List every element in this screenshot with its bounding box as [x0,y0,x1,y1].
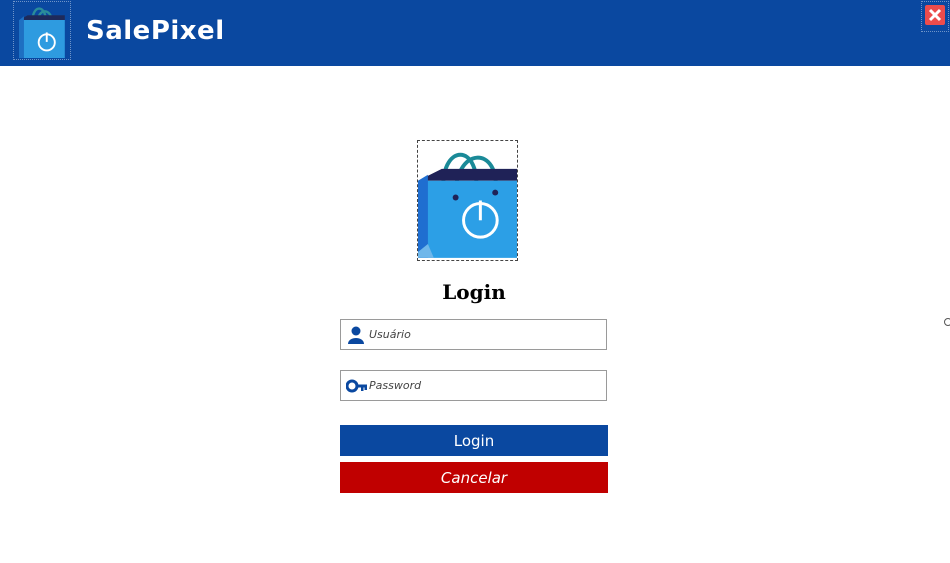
title-bar: SalePixel [0,0,950,66]
close-button[interactable] [921,1,949,32]
username-input[interactable] [369,322,599,346]
username-field[interactable] [340,319,607,350]
close-icon[interactable] [925,5,945,25]
window-edge-handle [944,318,950,326]
password-input[interactable] [369,373,599,397]
cancel-button[interactable]: Cancelar [340,462,608,493]
user-icon [346,326,366,344]
password-field[interactable] [340,370,607,401]
app-logo-icon [13,1,71,60]
login-button[interactable]: Login [340,425,608,456]
login-logo-icon [417,140,518,261]
app-title: SalePixel [86,16,225,46]
key-icon [345,377,367,395]
login-heading: Login [442,280,506,304]
